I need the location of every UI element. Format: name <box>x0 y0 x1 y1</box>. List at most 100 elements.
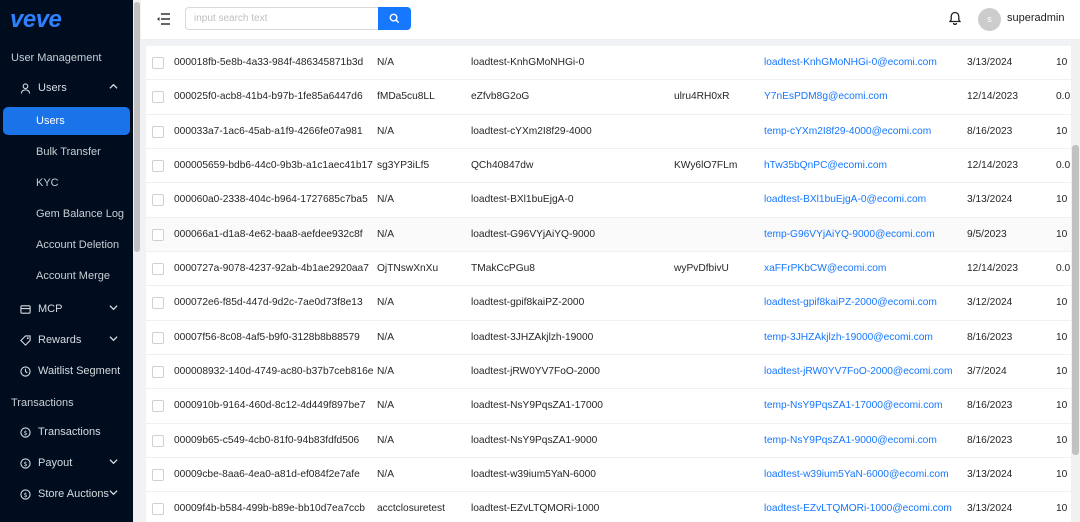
sidebar-item-label: MCP <box>38 303 63 315</box>
date-cell: 3/12/2024 <box>967 297 1013 309</box>
row-checkbox[interactable] <box>152 194 164 207</box>
user-id-cell[interactable]: 000005659-bdb6-44c0-9b3b-a1c1aec41b17 <box>174 149 373 183</box>
date-cell: 12/14/2023 <box>967 263 1018 275</box>
email-link[interactable]: loadtest-BXl1buEjgA-0@ecomi.com <box>764 183 926 217</box>
user-id-cell[interactable]: 000008932-140d-4749-ac80-b37b7ceb816e <box>174 355 373 389</box>
email-link[interactable]: loadtest-KnhGMoNHGi-0@ecomi.com <box>764 46 937 80</box>
table-row[interactable]: 000060a0-2338-404c-b964-1727685c7ba5 N/A l… <box>146 183 1080 218</box>
table-row[interactable]: 000025f0-acb8-41b4-b97b-1fe85a6447d6 fMDa… <box>146 80 1080 115</box>
email-link[interactable]: xaFFrPKbCW@ecomi.com <box>764 252 886 286</box>
row-checkbox[interactable] <box>152 434 164 447</box>
row-checkbox[interactable] <box>152 503 164 516</box>
user-id-cell[interactable]: 000018fb-5e8b-4a33-984f-486345871b3d <box>174 46 363 80</box>
menu-fold-icon[interactable] <box>157 12 171 26</box>
veve-logo[interactable]: veve <box>10 6 62 34</box>
value-cell: 10 <box>1056 297 1068 309</box>
user-id-cell[interactable]: 00009b65-c549-4cb0-81f0-94b83fdfd506 <box>174 424 359 458</box>
email-link[interactable]: loadtest-EZvLTQMORi-1000@ecomi.com <box>764 492 952 522</box>
table-row[interactable]: 00009f4b-b584-499b-b89e-bb10d7ea7ccb acct… <box>146 492 1080 522</box>
username[interactable]: superadmin <box>1007 12 1064 24</box>
table-row[interactable]: 00009cbe-8aa6-4ea0-a81d-ef084f2e7afe N/A l… <box>146 458 1080 493</box>
main-scrollbar[interactable] <box>1071 40 1080 522</box>
email-link[interactable]: loadtest-gpif8kaiPZ-2000@ecomi.com <box>764 286 937 320</box>
user-id-cell[interactable]: 0000910b-9164-460d-8c12-4d449f897be7 <box>174 389 365 423</box>
sidebar-subitem-kyc[interactable]: KYC <box>3 169 130 197</box>
table-row[interactable]: 000066a1-d1a8-4e62-baa8-aefdee932c8f N/A l… <box>146 217 1080 253</box>
user-id-cell[interactable]: 00007f56-8c08-4af5-b9f0-3128b8b88579 <box>174 321 360 355</box>
sidebar-subitem-account-deletion[interactable]: Account Deletion <box>3 231 130 259</box>
email-link[interactable]: temp-cYXm2I8f29-4000@ecomi.com <box>764 115 931 149</box>
email-link[interactable]: loadtest-w39ium5YaN-6000@ecomi.com <box>764 458 949 492</box>
sidebar-item-transactions[interactable]: $ Transactions <box>3 418 130 446</box>
value-cell: 10 <box>1056 434 1068 446</box>
row-checkbox[interactable] <box>152 160 164 173</box>
sidebar-item-payout[interactable]: $ Payout <box>3 449 130 477</box>
username-cell: fMDa5cu8LL <box>377 91 435 103</box>
row-checkbox[interactable] <box>152 331 164 344</box>
display-name-cell: loadtest-cYXm2I8f29-4000 <box>471 125 592 137</box>
email-link[interactable]: temp-NsY9PqsZA1-17000@ecomi.com <box>764 389 943 423</box>
row-checkbox[interactable] <box>152 263 164 276</box>
search-input[interactable]: input search text <box>185 7 379 30</box>
row-checkbox[interactable] <box>152 57 164 69</box>
email-link[interactable]: temp-G96VYjAiYQ-9000@ecomi.com <box>764 218 935 252</box>
main-content: 000018fb-5e8b-4a33-984f-486345871b3d N/A l… <box>141 40 1080 522</box>
main-scrollbar-thumb[interactable] <box>1072 145 1079 455</box>
email-link[interactable]: hTw35bQnPC@ecomi.com <box>764 149 887 183</box>
table-row[interactable]: 000018fb-5e8b-4a33-984f-486345871b3d N/A l… <box>146 46 1080 81</box>
table-row[interactable]: 0000727a-9078-4237-92ab-4b1ae2920aa7 OjTN… <box>146 252 1080 287</box>
sidebar-subitem-users[interactable]: Users <box>3 107 130 135</box>
row-checkbox[interactable] <box>152 125 164 138</box>
row-checkbox[interactable] <box>152 228 164 241</box>
avatar[interactable]: s <box>978 8 1001 31</box>
table-row[interactable]: 000072e6-f85d-447d-9d2c-7ae0d73f8e13 N/A l… <box>146 286 1080 321</box>
table-row[interactable]: 0000910b-9164-460d-8c12-4d449f897be7 N/A l… <box>146 389 1080 424</box>
code-cell: ulru4RH0xR <box>674 91 730 103</box>
sidebar-item-rewards[interactable]: Rewards <box>3 326 130 354</box>
user-id-cell[interactable]: 000066a1-d1a8-4e62-baa8-aefdee932c8f <box>174 218 363 252</box>
user-id-cell[interactable]: 000033a7-1ac6-45ab-a1f9-4266fe07a981 <box>174 115 363 149</box>
username-cell: N/A <box>377 331 394 343</box>
row-checkbox[interactable] <box>152 297 164 310</box>
sidebar-item-users-group[interactable]: Users <box>3 74 130 102</box>
value-cell: 10 <box>1056 469 1068 481</box>
table-row[interactable]: 00009b65-c549-4cb0-81f0-94b83fdfd506 N/A l… <box>146 424 1080 459</box>
user-id-cell[interactable]: 000025f0-acb8-41b4-b97b-1fe85a6447d6 <box>174 80 363 114</box>
top-bar: input search text s superadmin <box>141 0 1080 40</box>
sidebar-scrollbar-thumb[interactable] <box>134 2 140 252</box>
user-id-cell[interactable]: 00009cbe-8aa6-4ea0-a81d-ef084f2e7afe <box>174 458 360 492</box>
email-link[interactable]: temp-3JHZAkjlzh-19000@ecomi.com <box>764 321 933 355</box>
username-cell: N/A <box>377 57 394 68</box>
user-id-cell[interactable]: 0000727a-9078-4237-92ab-4b1ae2920aa7 <box>174 252 369 286</box>
date-cell: 3/13/2024 <box>967 469 1013 481</box>
mcp-icon <box>19 303 31 315</box>
user-id-cell[interactable]: 000072e6-f85d-447d-9d2c-7ae0d73f8e13 <box>174 286 363 320</box>
table-row[interactable]: 000005659-bdb6-44c0-9b3b-a1c1aec41b17 sg3… <box>146 149 1080 184</box>
sidebar-item-label: Store Auctions <box>38 488 109 500</box>
user-id-cell[interactable]: 00009f4b-b584-499b-b89e-bb10d7ea7ccb <box>174 492 365 522</box>
table-row[interactable]: 000008932-140d-4749-ac80-b37b7ceb816e N/A… <box>146 355 1080 390</box>
bell-icon[interactable] <box>948 11 962 30</box>
sidebar-subitem-gem-balance-log[interactable]: Gem Balance Log <box>3 200 130 228</box>
table-row[interactable]: 000033a7-1ac6-45ab-a1f9-4266fe07a981 N/A l… <box>146 115 1080 150</box>
sidebar-scrollbar[interactable] <box>133 0 141 522</box>
email-link[interactable]: loadtest-jRW0YV7FoO-2000@ecomi.com <box>764 355 953 389</box>
sidebar: veve User Management Users Users Bulk Tr… <box>0 0 133 522</box>
sidebar-subitem-bulk-transfer[interactable]: Bulk Transfer <box>3 138 130 166</box>
row-checkbox[interactable] <box>152 91 164 104</box>
sidebar-item-waitlist-segment[interactable]: Waitlist Segment <box>3 357 130 385</box>
chevron-down-icon <box>109 303 118 315</box>
email-link[interactable]: Y7nEsPDM8g@ecomi.com <box>764 80 888 114</box>
chevron-down-icon <box>109 457 118 469</box>
user-id-cell[interactable]: 000060a0-2338-404c-b964-1727685c7ba5 <box>174 183 368 217</box>
table-row[interactable]: 00007f56-8c08-4af5-b9f0-3128b8b88579 N/A l… <box>146 321 1080 356</box>
row-checkbox[interactable] <box>152 400 164 413</box>
sidebar-item-mcp[interactable]: MCP <box>3 295 130 323</box>
row-checkbox[interactable] <box>152 469 164 482</box>
row-checkbox[interactable] <box>152 366 164 379</box>
section-user-management: User Management <box>11 52 102 64</box>
sidebar-subitem-account-merge[interactable]: Account Merge <box>3 262 130 290</box>
search-button[interactable] <box>378 7 411 30</box>
email-link[interactable]: temp-NsY9PqsZA1-9000@ecomi.com <box>764 424 937 458</box>
sidebar-item-store-auctions[interactable]: $ Store Auctions <box>3 480 130 508</box>
